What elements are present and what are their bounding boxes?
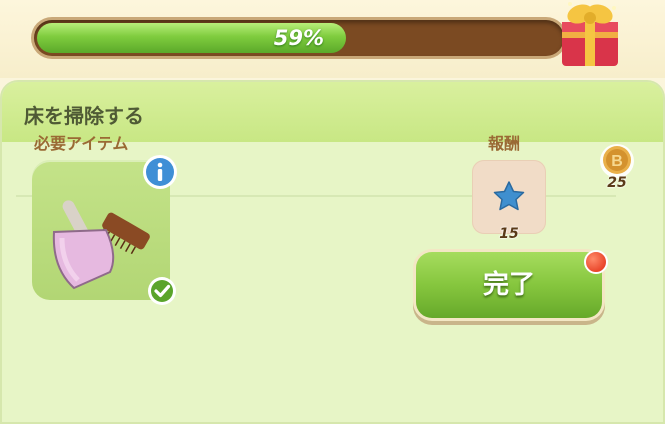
complete-button[interactable]: 完了: [416, 252, 602, 318]
required-items-label: 必要アイテム: [34, 134, 129, 153]
reward-card: [472, 160, 546, 234]
blue-star-icon: [493, 181, 525, 211]
progress-bar: 59%: [34, 20, 564, 56]
progress-percent-label: 59%: [273, 26, 324, 50]
notification-dot: [584, 250, 608, 274]
gift-box-icon[interactable]: [556, 0, 624, 70]
svg-text:B: B: [611, 153, 623, 170]
coin-count: 25: [607, 175, 627, 191]
info-icon[interactable]: [142, 154, 178, 190]
reward-count: 15: [499, 226, 519, 242]
reward-label: 報酬: [488, 134, 521, 153]
task-title: 床を掃除する: [24, 104, 144, 128]
coin-reward: B 25: [596, 142, 638, 192]
checkmark-icon: [148, 277, 176, 305]
